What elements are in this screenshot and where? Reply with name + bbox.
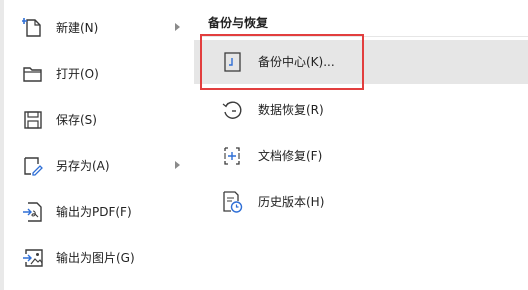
new-file-icon [22,17,44,39]
history-version-icon [220,190,244,214]
chevron-right-icon [175,23,180,31]
save-as-icon [22,155,44,177]
export-pdf-icon [22,201,44,223]
menu-item-label: 另存为(A) [56,159,110,173]
document-repair-icon [220,144,244,168]
submenu-item-data-restore[interactable]: 数据恢复(R) [194,88,528,132]
menu-item-label: 保存(S) [56,113,97,127]
menu-item-export-image[interactable]: 输出为图片(G) [4,238,194,278]
submenu-item-backup-center[interactable]: 备份中心(K)... [194,40,528,84]
menu-item-open[interactable]: 打开(O) [4,54,194,94]
submenu-item-history-version[interactable]: 历史版本(H) [194,180,528,224]
menu-item-new[interactable]: 新建(N) [4,8,194,48]
submenu-title: 备份与恢复 [208,16,269,30]
save-icon [22,109,44,131]
submenu-item-document-repair[interactable]: 文档修复(F) [194,134,528,178]
divider [202,36,528,37]
backup-restore-submenu: 备份与恢复 备份中心(K)... 数据恢复(R) 文档修复(F) 历史版本(H) [194,0,528,290]
export-image-icon [22,247,44,269]
menu-item-save-as[interactable]: 另存为(A) [4,146,194,186]
file-menu: 新建(N) 打开(O) 保存(S) 另存为(A) 输出为PDF(F) 输出为图片… [4,0,194,290]
submenu-item-label: 历史版本(H) [258,195,325,209]
submenu-item-label: 备份中心(K)... [258,55,335,69]
chevron-right-icon [175,161,180,169]
backup-center-icon [220,50,244,74]
folder-open-icon [22,63,44,85]
menu-item-label: 打开(O) [56,67,99,81]
menu-item-label: 新建(N) [56,21,99,35]
submenu-item-label: 文档修复(F) [258,149,323,163]
menu-item-export-pdf[interactable]: 输出为PDF(F) [4,192,194,232]
menu-item-label: 输出为PDF(F) [56,205,132,219]
menu-item-save[interactable]: 保存(S) [4,100,194,140]
data-restore-icon [220,98,244,122]
menu-item-label: 输出为图片(G) [56,251,135,265]
submenu-item-label: 数据恢复(R) [258,103,324,117]
